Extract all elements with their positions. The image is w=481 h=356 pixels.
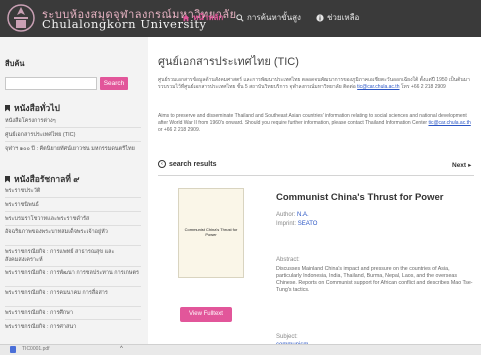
sidebar-item-projects[interactable]: หนังสือโครงการต่างๆ <box>5 117 141 125</box>
email-link-thai[interactable]: tic@car.chula.ac.th <box>357 84 399 90</box>
divider <box>5 319 141 320</box>
sidebar-search-button[interactable]: Search <box>100 77 128 90</box>
sidebar-item-chula-100[interactable]: จุฬาฯ ๑๐๐ ปี : คีตนิยายทัศน์เยาวชน มหกรร… <box>5 145 141 153</box>
sidebar-item-writings[interactable]: พระราชนิพนธ์ <box>5 201 141 209</box>
sidebar-search-label: สืบค้น <box>5 59 25 68</box>
bookmark-icon <box>5 175 10 183</box>
abstract-text: Discusses Mainland China's impact and pr… <box>276 266 473 293</box>
home-icon <box>182 14 190 21</box>
university-logo[interactable] <box>6 3 36 33</box>
divider <box>5 141 141 142</box>
sidebar-section-king-title: หนังสือรัชกาลที่ ๙ <box>14 174 80 184</box>
record-author: Author: N.A. <box>276 212 309 218</box>
nav-advanced-search[interactable]: การค้นหาขั้นสูง <box>236 11 301 24</box>
search-icon <box>236 13 244 22</box>
page-title: ศูนย์เอกสารประเทศไทย (TIC) <box>158 56 299 68</box>
sidebar-item-genius[interactable]: อัจฉริยภาพของพระบาทสมเด็จพระเจ้าอยู่หัว <box>5 228 141 236</box>
sidebar-section-general-title: หนังสือทั่วไป <box>14 103 60 113</box>
chevron-left-circle-icon: ‹ <box>158 160 166 168</box>
back-to-results-label: search results <box>169 160 217 168</box>
next-label: Next <box>452 161 467 169</box>
divider <box>5 286 141 287</box>
author-value[interactable]: N.A. <box>297 212 309 218</box>
view-fulltext-button[interactable]: View Fulltext <box>180 307 232 322</box>
book-cover-title: Communist China's Thrust for Power <box>184 227 238 237</box>
divider <box>5 245 141 246</box>
chevron-up-icon[interactable]: ^ <box>120 346 123 352</box>
divider <box>5 266 141 267</box>
back-to-results-link[interactable]: ‹ search results <box>158 160 216 168</box>
nav-home[interactable]: หน้าหลัก <box>182 11 223 24</box>
sidebar-search-input[interactable] <box>5 77 97 90</box>
book-cover-thumbnail[interactable]: Communist China's Thrust for Power <box>178 188 244 278</box>
header-bar: ระบบห้องสมุดจุฬาลงกรณ์มหาวิทยาลัย Chulal… <box>0 0 481 37</box>
sidebar-item-education[interactable]: พระราชกรณียกิจ : การศึกษา <box>5 309 141 317</box>
sidebar-item-transport[interactable]: พระราชกรณียกิจ : การคมนาคม การสื่อสาร <box>5 289 141 297</box>
sidebar-item-biography[interactable]: พระราชประวัติ <box>5 187 141 195</box>
sidebar-section-general: หนังสือทั่วไป <box>5 101 60 115</box>
abstract-label: Abstract: <box>276 257 300 263</box>
sidebar-section-king: หนังสือรัชกาลที่ ๙ <box>5 172 80 186</box>
nav-advanced-search-label: การค้นหาขั้นสูง <box>247 13 301 22</box>
next-record-link[interactable]: Next ▸ <box>452 161 472 170</box>
sidebar-item-religion[interactable]: พระราชกรณียกิจ : การศาสนา <box>5 323 141 331</box>
record-title: Communist China's Thrust for Power <box>276 192 444 203</box>
divider <box>5 306 141 307</box>
nav-help-label: ช่วยเหลือ <box>327 13 360 22</box>
divider <box>5 225 141 226</box>
sidebar-item-development[interactable]: พระราชกรณียกิจ : การพัฒนา การชลประทาน กา… <box>5 269 141 277</box>
divider <box>5 211 141 212</box>
bookmark-icon <box>5 104 10 112</box>
description-thai: ศูนย์รวมเอกสารข้อมูลด้านสังคมศาสตร์ และก… <box>158 77 470 90</box>
divider <box>158 175 474 176</box>
nav-help[interactable]: ช่วยเหลือ <box>316 11 359 24</box>
imprint-value[interactable]: SEATO <box>298 221 318 227</box>
chevron-right-icon: ▸ <box>468 162 472 169</box>
email-link-english[interactable]: tic@car.chula.ac.th <box>428 120 470 126</box>
download-filename[interactable]: TIC0001.pdf <box>22 346 50 352</box>
description-english: Aims to preserve and disseminate Thailan… <box>158 113 471 133</box>
sidebar-item-medical[interactable]: พระราชกรณียกิจ : การแพทย์ สาธารณสุข และส… <box>5 248 141 264</box>
subject-label: Subject: <box>276 334 298 340</box>
divider <box>5 197 141 198</box>
divider <box>5 127 141 128</box>
record-imprint: Imprint: SEATO <box>276 221 318 227</box>
pdf-file-icon <box>10 346 16 353</box>
sidebar-item-speeches[interactable]: พระบรมราโชวาทและพระราชดำรัส <box>5 215 141 223</box>
nav-home-label: หน้าหลัก <box>193 13 224 22</box>
sidebar-item-tic[interactable]: ศูนย์เอกสารประเทศไทย (TIC) <box>5 131 141 139</box>
info-icon <box>316 13 324 22</box>
download-bar: TIC0001.pdf ^ <box>0 344 481 355</box>
main-content: ศูนย์เอกสารประเทศไทย (TIC) ศูนย์รวมเอกสา… <box>148 37 481 356</box>
